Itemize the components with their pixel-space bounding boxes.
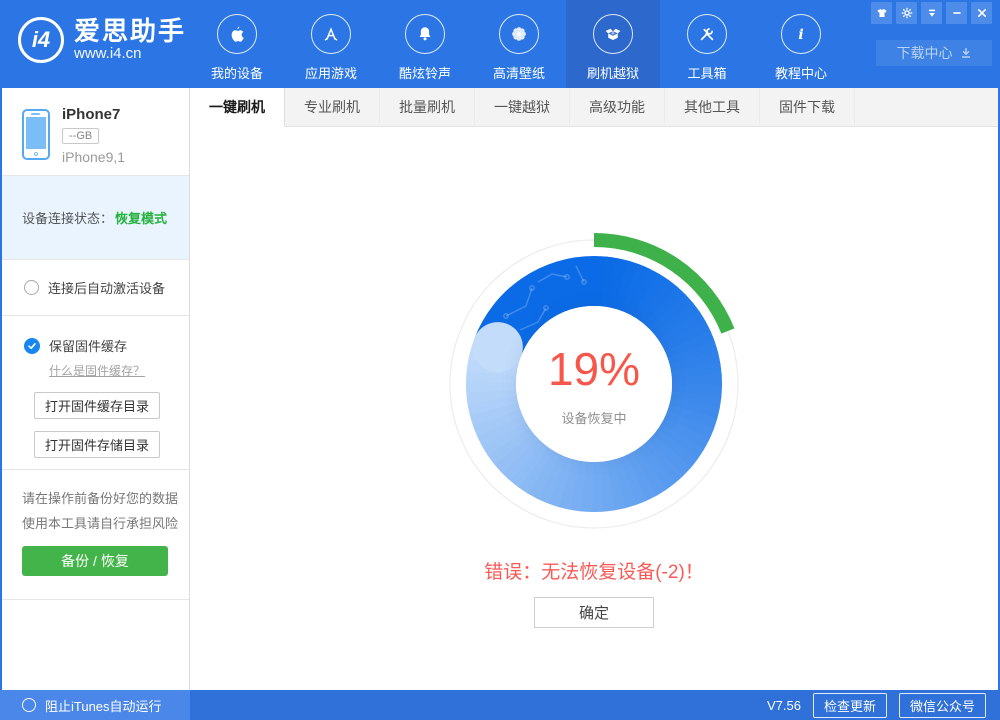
sidebar: iPhone7 --GB iPhone9,1 设备连接状态： 恢复模式 连接后自…	[2, 88, 190, 690]
tab-pro-flash[interactable]: 专业刷机	[285, 88, 380, 127]
open-cache-dir-button[interactable]: 打开固件缓存目录	[34, 392, 160, 419]
keep-cache-checkbox[interactable]	[24, 338, 40, 354]
nav-label: 酷炫铃声	[399, 63, 451, 82]
firmware-cache-panel: 保留固件缓存 什么是固件缓存？ 打开固件缓存目录 打开固件存储目录	[2, 316, 189, 470]
minimize-icon[interactable]	[946, 2, 967, 24]
openbox-icon	[593, 14, 633, 54]
progress-center: 19% 设备恢复中	[516, 306, 672, 462]
brand: i4 爱思助手 www.i4.cn	[18, 17, 186, 63]
keep-cache-label: 保留固件缓存	[49, 336, 127, 355]
nav-label: 应用游戏	[305, 63, 357, 82]
block-itunes-radio[interactable]	[22, 698, 36, 712]
auto-activate-label: 连接后自动激活设备	[48, 278, 165, 297]
tab-other-tools[interactable]: 其他工具	[665, 88, 760, 127]
device-name: iPhone7	[62, 106, 125, 123]
gear-icon[interactable]	[896, 2, 917, 24]
flower-icon	[499, 14, 539, 54]
progress-status-text: 设备恢复中	[561, 408, 626, 427]
wechat-official-button[interactable]: 微信公众号	[899, 693, 986, 718]
app-title: 爱思助手	[74, 17, 186, 45]
download-center-label: 下载中心	[897, 43, 953, 63]
backup-restore-button[interactable]: 备份 / 恢复	[22, 546, 168, 576]
nav-label: 工具箱	[687, 63, 726, 82]
nav-label: 我的设备	[211, 63, 263, 82]
app-window: i4 爱思助手 www.i4.cn 我的设备 应用游戏	[0, 0, 1000, 720]
app-url: www.i4.cn	[74, 45, 186, 63]
body: iPhone7 --GB iPhone9,1 设备连接状态： 恢复模式 连接后自…	[0, 88, 1000, 690]
main-nav: 我的设备 应用游戏 酷炫铃声 高清壁纸	[190, 0, 848, 88]
download-icon	[960, 47, 972, 59]
nav-item-flash-jailbreak[interactable]: 刷机越狱	[566, 0, 660, 88]
logo-text: i4	[32, 27, 50, 53]
nav-item-toolbox[interactable]: 工具箱	[660, 0, 754, 88]
tab-batch-flash[interactable]: 批量刷机	[380, 88, 475, 127]
progress-percent: 19%	[548, 342, 640, 396]
open-storage-dir-button[interactable]: 打开固件存储目录	[34, 431, 160, 458]
tab-advanced[interactable]: 高级功能	[570, 88, 665, 127]
appstore-icon	[311, 14, 351, 54]
skin-icon[interactable]	[871, 2, 892, 24]
tools-icon	[687, 14, 727, 54]
nav-item-apps-games[interactable]: 应用游戏	[284, 0, 378, 88]
info-icon: i	[781, 14, 821, 54]
warning-line-1: 请在操作前备份好您的数据	[22, 486, 189, 511]
nav-label: 刷机越狱	[587, 63, 639, 82]
nav-item-tutorials[interactable]: i 教程中心	[754, 0, 848, 88]
flash-content: 19% 设备恢复中 错误：无法恢复设备(-2)！ 确定	[190, 127, 998, 690]
connection-status-label: 设备连接状态：	[22, 208, 113, 227]
i4-logo-icon: i4	[18, 17, 64, 63]
check-update-button[interactable]: 检查更新	[813, 693, 887, 718]
tabbar: 一键刷机 专业刷机 批量刷机 一键越狱 高级功能 其他工具 固件下载	[190, 88, 998, 127]
close-icon[interactable]	[971, 2, 992, 24]
tab-one-click-jailbreak[interactable]: 一键越狱	[475, 88, 570, 127]
error-message: 错误：无法恢复设备(-2)！	[190, 557, 998, 584]
sidebar-filler	[2, 600, 189, 690]
block-itunes-label: 阻止iTunes自动运行	[45, 696, 162, 715]
device-capacity-badge: --GB	[62, 128, 99, 144]
cache-help-link[interactable]: 什么是固件缓存？	[49, 362, 145, 379]
warning-line-2: 使用本工具请自行承担风险	[22, 511, 189, 536]
main-panel: 一键刷机 专业刷机 批量刷机 一键越狱 高级功能 其他工具 固件下载	[190, 88, 998, 690]
connection-status-value: 恢复模式	[115, 208, 167, 227]
confirm-button[interactable]: 确定	[534, 597, 654, 628]
header: i4 爱思助手 www.i4.cn 我的设备 应用游戏	[0, 0, 1000, 88]
statusbar-right: V7.56 检查更新 微信公众号	[767, 693, 1000, 718]
apple-icon	[217, 14, 257, 54]
bell-icon	[405, 14, 445, 54]
iphone-icon	[22, 109, 50, 160]
version-text: V7.56	[767, 698, 801, 713]
keep-cache-option[interactable]: 保留固件缓存	[24, 336, 189, 355]
block-itunes-option[interactable]: 阻止iTunes自动运行	[0, 690, 190, 720]
collapse-icon[interactable]	[921, 2, 942, 24]
backup-warning-panel: 请在操作前备份好您的数据 使用本工具请自行承担风险 备份 / 恢复	[2, 470, 189, 600]
statusbar: 阻止iTunes自动运行 V7.56 检查更新 微信公众号	[0, 690, 1000, 720]
nav-item-ringtones[interactable]: 酷炫铃声	[378, 0, 472, 88]
svg-text:i: i	[798, 27, 803, 43]
nav-label: 教程中心	[775, 63, 827, 82]
tab-firmware-download[interactable]: 固件下载	[760, 88, 855, 127]
nav-item-my-device[interactable]: 我的设备	[190, 0, 284, 88]
nav-label: 高清壁纸	[493, 63, 545, 82]
device-info-panel: iPhone7 --GB iPhone9,1	[2, 88, 189, 176]
nav-item-wallpapers[interactable]: 高清壁纸	[472, 0, 566, 88]
window-controls	[871, 2, 992, 24]
device-model: iPhone9,1	[62, 149, 125, 165]
auto-activate-option[interactable]: 连接后自动激活设备	[2, 260, 189, 316]
download-center-button[interactable]: 下载中心	[876, 40, 992, 66]
auto-activate-radio[interactable]	[24, 280, 39, 295]
tab-one-click-flash[interactable]: 一键刷机	[190, 88, 285, 127]
connection-status-panel: 设备连接状态： 恢复模式	[2, 176, 189, 260]
